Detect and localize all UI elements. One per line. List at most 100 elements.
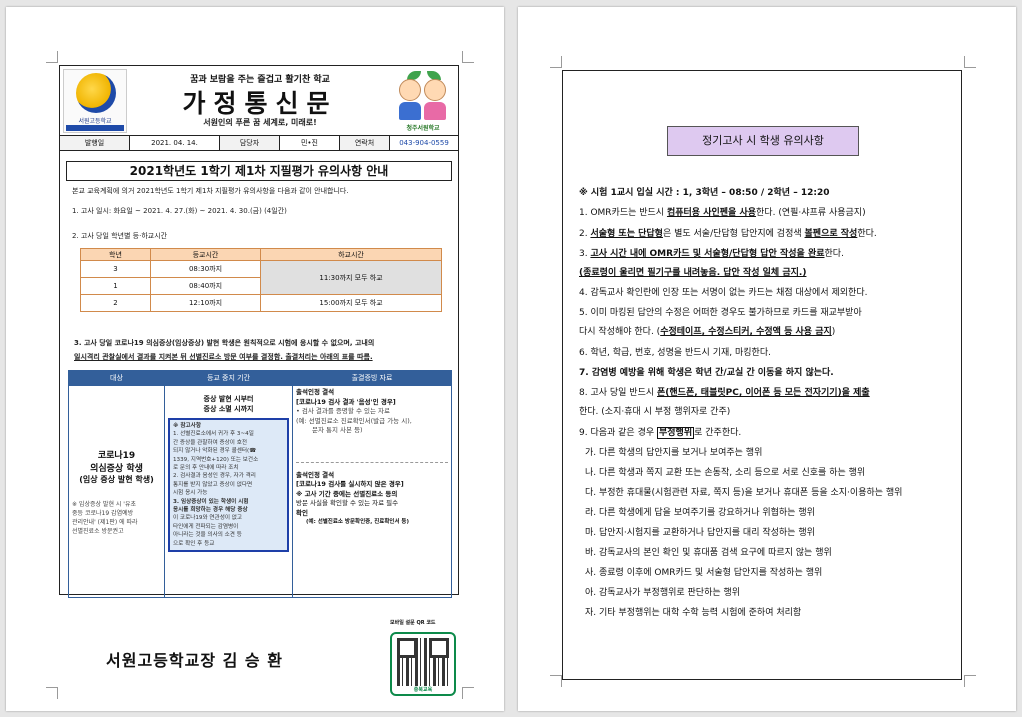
notice-line-segment: 한다. (소지·휴대 시 부정 행위자로 간주): [579, 407, 731, 417]
notice-line-segment: 나. 다른 학생과 쪽지 교환 또는 손동작, 소리 등으로 서로 신호를 하는…: [585, 468, 866, 478]
school-seal-icon: [76, 73, 116, 113]
schedule-grade: 1: [80, 277, 151, 295]
notice-line-segment: 6. 학년, 학급, 번호, 성명을 반드시 기재, 마킹한다.: [579, 348, 771, 358]
school-motto: 서원인의 푸른 꿈 세계로, 미래로!: [203, 118, 317, 127]
notice-line: 다. 부정한 휴대물(시험관련 자료, 쪽지 등)을 보거나 휴대폰 등을 소지…: [585, 485, 902, 498]
issue-date-label: 발행일: [60, 136, 130, 150]
evidence-2-line: 방문 사실을 확인할 수 있는 자료 필수: [296, 499, 399, 507]
schedule-leave: 15:00까지 모두 하교: [260, 294, 442, 312]
corner-mark: [964, 56, 976, 68]
target-note-line: ※ 임상증상 발현 시 '유초: [72, 501, 136, 508]
table-row: 3 08:30까지 11:30까지 모두 하교: [80, 260, 442, 295]
target-note-line: 선별진료소 방문권고: [72, 528, 124, 535]
notice-line: 아. 감독교사가 부정행위로 판단하는 행위: [585, 585, 740, 598]
qr-caption: 모바일 설문 QR 코드: [390, 620, 436, 626]
target-note-line: 관리안내' (제1판) 에 따라: [72, 519, 138, 526]
notice-line-segment: 3.: [579, 249, 591, 259]
contact-label: 연락처: [340, 136, 390, 150]
schedule-header-arrive: 등교시간: [150, 248, 261, 261]
notice-heading: 정기고사 시 학생 유의사항: [667, 126, 859, 156]
notice-line: (종료령이 울리면 필기구를 내려놓음. 답안 작성 일체 금지.): [579, 265, 806, 278]
reference-line: 통지를 받지 않았고 증상이 없다면: [173, 481, 253, 488]
reference-line: 2. 검사결과 음성인 경우, 자가 격리: [173, 473, 256, 480]
notice-line-segment: 다시 작성해야 한다. (: [579, 327, 661, 337]
notice-line-segment: 은 별도 서술/단답형 답안지에 검정색: [662, 229, 805, 239]
notice-line: 라. 다른 학생에게 답을 보여주기를 강요하거나 위협하는 행위: [585, 505, 815, 518]
schedule-grade: 2: [80, 294, 151, 312]
notice-line-segment: 2.: [579, 229, 591, 239]
mascot-girl-body: [424, 102, 446, 120]
covid-header-target: 대상: [68, 370, 165, 386]
mascot-boy-icon: [399, 79, 421, 101]
corner-mark: [964, 675, 976, 687]
notice-line: 나. 다른 학생과 쪽지 교환 또는 손동작, 소리 등으로 서로 신호를 하는…: [585, 465, 865, 478]
mascot-boy-body: [399, 102, 421, 120]
notice-line: 3. 고사 시간 내에 OMR카드 및 서술형/단답형 답안 작성을 완료한다.: [579, 246, 844, 259]
reference-box: ※ 참고사항 1. 선별진료소에서 귀가 후 3~4일 간 증상을 관찰하여 증…: [168, 418, 289, 553]
notice-line-segment: 1. OMR카드는 반드시: [579, 208, 667, 218]
reference-line: 되지 않거나 악화된 경우 콜센터(☎: [173, 448, 257, 455]
notice-frame: 정기고사 시 학생 유의사항 ※ 시험 1교시 입실 시간 : 1, 3학년 –…: [562, 70, 962, 680]
notice-line: 자. 기타 부정행위는 대학 수학 능력 시험에 준하여 처리함: [585, 605, 801, 618]
reference-line: 시험 응시 가능: [173, 490, 208, 497]
schedule-heading: 2. 고사 당일 학년별 등·하교시간: [72, 232, 168, 240]
notice-line: 9. 다음과 같은 경우 부정행위 로 간주한다.: [579, 425, 742, 439]
notice-line-segment: ※ 시험 1교시 입실 시간 : 1, 3학년 – 08:50 / 2학년 – …: [579, 188, 830, 198]
qr-code-icon: [397, 638, 449, 686]
masthead: 서원고등학교 꿈과 보람을 주는 즐겁고 활기찬 학교 가정통신문 서원인의 푸…: [60, 66, 458, 136]
covid-header-evidence: 출결증빙 자료: [292, 370, 452, 386]
reference-line: 간 증상을 관찰하여 증상이 호전: [173, 439, 248, 446]
corner-mark: [46, 687, 58, 699]
schedule-arrive: 08:30까지: [150, 260, 261, 278]
notice-line-segment: 서술형 또는 단답형: [590, 229, 663, 239]
document-title: 2021학년도 1학기 제1차 지필평가 유의사항 안내: [66, 161, 452, 181]
corner-mark: [462, 687, 474, 699]
notice-line-segment: 부정행위: [657, 427, 695, 439]
target-sub1: 의심증상 학생: [90, 464, 143, 474]
covid-period-cell: 증상 발현 시부터 증상 소멸 시까지 ※ 참고사항 1. 선별진료소에서 귀가…: [164, 385, 293, 598]
person-value: 민•진: [280, 136, 340, 150]
notice-line-segment: 볼펜으로 작성: [804, 229, 858, 239]
reference-line: 3. 임상증상이 있는 학생이 시험: [173, 498, 249, 505]
exam-date-label: 1. 고사 일시:: [72, 207, 114, 215]
corner-mark: [550, 675, 562, 687]
notice-line-segment: 한다.: [857, 229, 877, 239]
period-title-2: 증상 소멸 시까지: [203, 405, 254, 413]
target-note-line: 중등 코로나19 감염예방: [72, 510, 134, 517]
target-title: 코로나19: [97, 451, 136, 461]
qr-footer: 충북교육: [413, 687, 433, 693]
schedule-header-grade: 학년: [80, 248, 151, 261]
notice-line: 다시 작성해야 한다. (수정테이프, 수정스티커, 수정액 등 사용 금지): [579, 324, 835, 337]
evidence-1-line: • 검사 결과를 증명할 수 있는 자료: [296, 407, 390, 415]
notice-line-segment: 폰(핸드폰, 태블릿PC, 이어폰 등 모든 전자기기)을 제출: [657, 388, 870, 398]
schedule-leave-merged: 11:30까지 모두 하교: [260, 260, 442, 295]
notice-line-segment: 가. 다른 학생의 답안지를 보거나 보여주는 행위: [585, 448, 763, 458]
notice-line: 5. 이미 마킹된 답안의 수정은 어떠한 경우도 불가하므로 카드를 재교부받…: [579, 305, 862, 318]
evidence-2-line: 확인: [296, 508, 308, 517]
school-logo-text: 서원고등학교: [78, 118, 112, 125]
intro-text: 본교 교육계획에 의거 2021학년도 1학기 제1차 지필평가 유의사항을 다…: [72, 187, 349, 195]
evidence-1-line: (예: 선별진료소 진료확인서(발급 가능 시),: [296, 416, 412, 425]
notice-line: 4. 감독교사 확인란에 인장 또는 서명이 없는 카드는 채점 대상에서 제외…: [579, 285, 867, 298]
notice-line: 8. 고사 당일 반드시 폰(핸드폰, 태블릿PC, 이어폰 등 모든 전자기기…: [579, 385, 870, 398]
notice-line: 1. OMR카드는 반드시 컴퓨터용 사인펜을 사용한다. (연필·샤프류 사용…: [579, 205, 866, 218]
person-label: 담당자: [220, 136, 280, 150]
schedule-arrive: 12:10까지: [150, 294, 261, 312]
newsletter-frame: 서원고등학교 꿈과 보람을 주는 즐겁고 활기찬 학교 가정통신문 서원인의 푸…: [59, 65, 459, 598]
notice-line: 가. 다른 학생의 답안지를 보거나 보여주는 행위: [585, 445, 762, 458]
notice-line: 마. 답안지·시험지를 교환하거나 답안지를 대리 작성하는 행위: [585, 525, 815, 538]
notice-line-segment: 고사 시간 내에 OMR카드 및 서술형/단답형 답안 작성을 완료: [590, 249, 825, 259]
corner-mark: [462, 51, 474, 63]
issue-info-row: 발행일 2021. 04. 14. 담당자 민•진 연락처 043-904-05…: [60, 136, 458, 151]
document-page-1: 서원고등학교 꿈과 보람을 주는 즐겁고 활기찬 학교 가정통신문 서원인의 푸…: [6, 7, 504, 711]
reference-title: ※ 참고사항: [173, 423, 201, 429]
notice-line: 6. 학년, 학급, 번호, 성명을 반드시 기재, 마킹한다.: [579, 345, 771, 358]
notice-line-segment: 컴퓨터용 사인펜을 사용: [666, 208, 757, 218]
evidence-2-note: (예: 선별진료소 방문확인증, 진료확인서 등): [306, 519, 409, 525]
notice-line-segment: 로 간주한다.: [694, 428, 742, 438]
schedule-arrive: 08:40까지: [150, 277, 261, 295]
notice-line-segment: 사. 종료령 이후에 OMR카드 및 서술형 답안지를 작성하는 행위: [585, 568, 823, 578]
notice-line-segment: 한다. (연필·샤프류 사용금지): [756, 208, 866, 218]
exam-date-line: 1. 고사 일시: 화요일 ~ 2021. 4. 27.(화) ~ 2021. …: [72, 206, 287, 216]
qr-code[interactable]: 충북교육: [390, 632, 456, 696]
